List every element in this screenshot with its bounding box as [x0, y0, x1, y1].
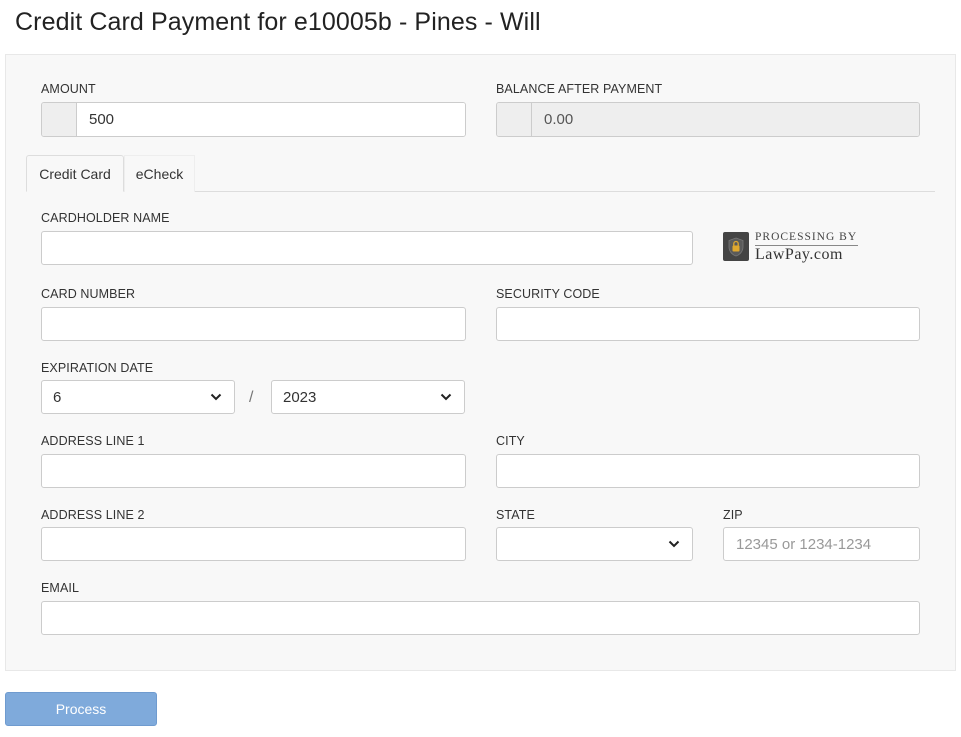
expiration-year-value: 2023 [283, 388, 317, 406]
lawpay-brand: LawPay.com [755, 246, 843, 263]
expiration-month-value: 6 [53, 388, 62, 406]
state-select[interactable] [496, 527, 693, 561]
address-line-2-label: ADDRESS LINE 2 [41, 508, 145, 522]
expiration-separator: / [249, 389, 254, 406]
city-label: CITY [496, 434, 525, 448]
tab-credit-card[interactable]: Credit Card [26, 155, 124, 192]
balance-label: BALANCE AFTER PAYMENT [496, 82, 663, 96]
city-input[interactable] [496, 454, 920, 488]
address-line-1-input[interactable] [41, 454, 466, 488]
page-title: Credit Card Payment for e10005b - Pines … [15, 8, 541, 36]
cardholder-name-input[interactable] [41, 231, 693, 265]
expiration-date-label: EXPIRATION DATE [41, 361, 154, 375]
balance-value: 0.00 [532, 103, 919, 136]
chevron-down-icon [440, 393, 452, 401]
process-button[interactable]: Process [5, 692, 157, 726]
payment-form-panel: AMOUNT 500 BALANCE AFTER PAYMENT 0.00 Cr… [5, 54, 956, 671]
address-line-1-label: ADDRESS LINE 1 [41, 434, 145, 448]
email-label: EMAIL [41, 581, 80, 595]
email-input[interactable] [41, 601, 920, 635]
zip-label: ZIP [723, 508, 743, 522]
tab-echeck[interactable]: eCheck [124, 155, 195, 192]
zip-placeholder: 12345 or 1234-1234 [736, 535, 872, 553]
amount-addon [42, 103, 77, 136]
balance-addon [497, 103, 532, 136]
balance-input: 0.00 [496, 102, 920, 137]
chevron-down-icon [668, 540, 680, 548]
amount-input[interactable]: 500 [41, 102, 466, 137]
chevron-down-icon [210, 393, 222, 401]
zip-input[interactable]: 12345 or 1234-1234 [723, 527, 920, 561]
card-number-label: CARD NUMBER [41, 287, 136, 301]
amount-value[interactable]: 500 [77, 103, 465, 136]
security-code-label: SECURITY CODE [496, 287, 600, 301]
expiration-year-select[interactable]: 2023 [271, 380, 465, 414]
address-line-2-input[interactable] [41, 527, 466, 561]
amount-label: AMOUNT [41, 82, 96, 96]
expiration-month-select[interactable]: 6 [41, 380, 235, 414]
card-number-input[interactable] [41, 307, 466, 341]
lawpay-logo: PROCESSING BY LawPay.com [723, 231, 863, 263]
lawpay-tagline: PROCESSING BY [755, 231, 858, 243]
padlock-icon [723, 232, 749, 261]
state-label: STATE [496, 508, 535, 522]
payment-method-tabs: Credit Card eCheck [26, 155, 935, 192]
cardholder-name-label: CARDHOLDER NAME [41, 211, 170, 225]
security-code-input[interactable] [496, 307, 920, 341]
